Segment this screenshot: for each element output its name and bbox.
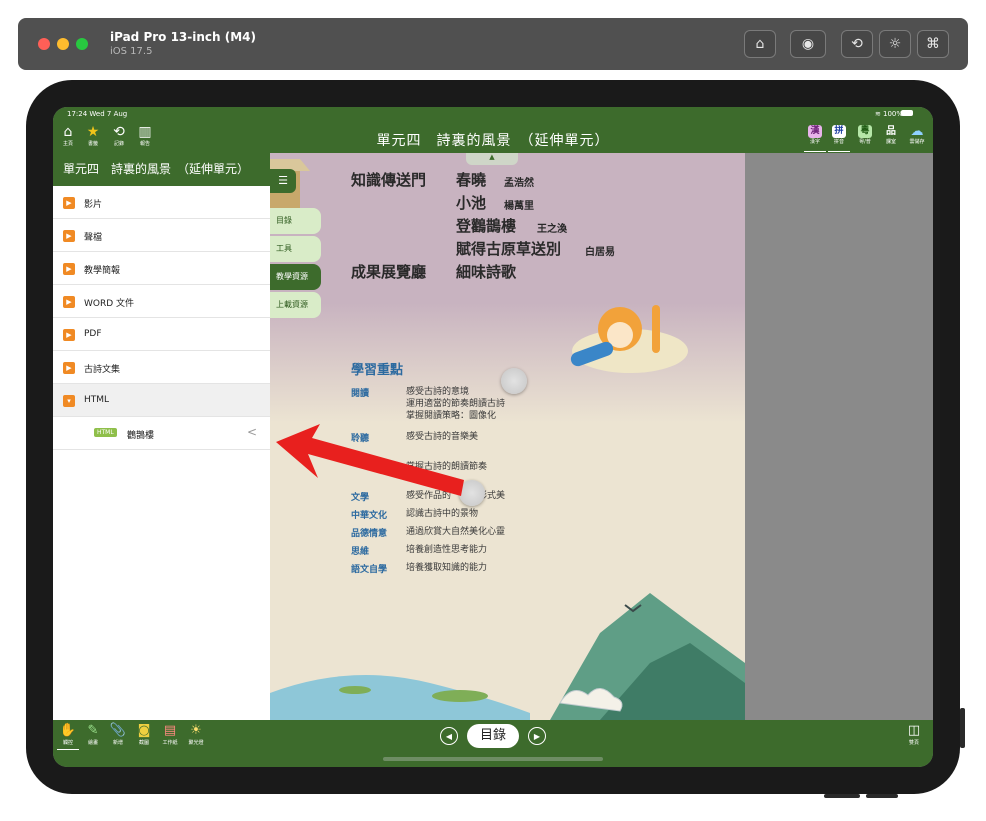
annotation-arrow — [276, 424, 464, 496]
